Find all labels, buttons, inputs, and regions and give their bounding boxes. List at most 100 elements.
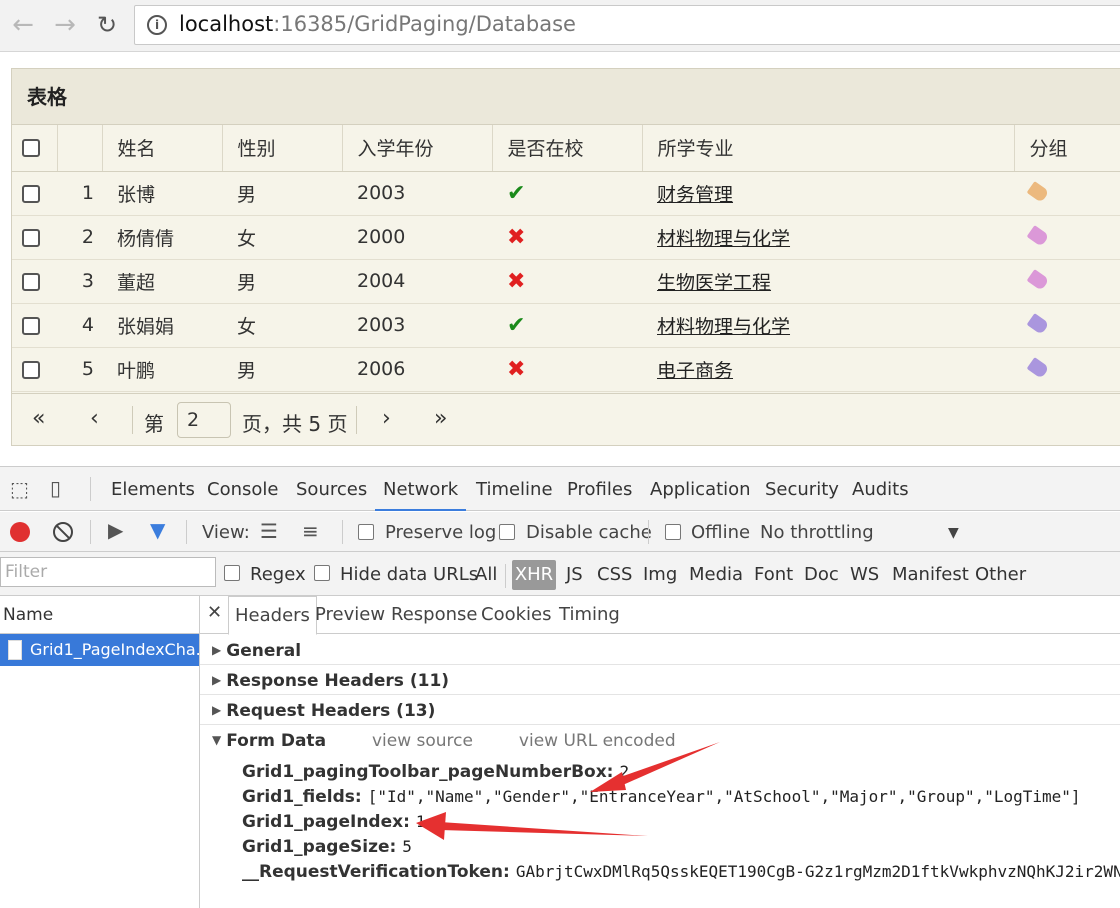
- filter-type-img[interactable]: Img: [643, 564, 677, 585]
- cell-major: 材料物理与化学: [642, 303, 1014, 348]
- close-icon[interactable]: ✕: [207, 602, 222, 623]
- last-page-icon[interactable]: »: [434, 406, 447, 431]
- request-row[interactable]: Grid1_PageIndexCha...: [0, 634, 199, 666]
- general-section[interactable]: ▶ General: [200, 635, 1120, 665]
- major-link[interactable]: 材料物理与化学: [657, 316, 790, 338]
- cell-gender: 男: [222, 171, 342, 216]
- filter-type-doc[interactable]: Doc: [804, 564, 839, 585]
- row-checkbox[interactable]: [22, 184, 40, 203]
- tab-response[interactable]: Response: [391, 604, 477, 625]
- view-url-encoded-link[interactable]: view URL encoded: [519, 731, 676, 751]
- row-checkbox[interactable]: [22, 360, 40, 379]
- column-header-group[interactable]: 分组: [1014, 125, 1120, 172]
- major-link[interactable]: 生物医学工程: [657, 272, 771, 294]
- response-headers-section[interactable]: ▶ Response Headers (11): [200, 665, 1120, 695]
- offline-checkbox[interactable]: [665, 524, 681, 540]
- tab-console[interactable]: Console: [207, 479, 278, 500]
- filter-type-all[interactable]: All: [475, 564, 497, 585]
- column-header-name[interactable]: 姓名: [102, 125, 223, 172]
- tab-network[interactable]: Network: [375, 479, 467, 511]
- row-checkbox[interactable]: [22, 272, 40, 291]
- form-field: __RequestVerificationToken: GAbrjtCwxDMlR…: [242, 862, 1120, 882]
- first-page-icon[interactable]: «: [32, 406, 45, 431]
- tab-headers[interactable]: Headers: [228, 596, 317, 635]
- camera-icon[interactable]: ▶: [108, 518, 123, 542]
- filter-type-font[interactable]: Font: [754, 564, 793, 585]
- table-row[interactable]: 3 董超男 2004 ✖ 生物医学工程: [12, 259, 1120, 304]
- column-header-year[interactable]: 入学年份: [342, 125, 493, 172]
- tab-profiles[interactable]: Profiles: [567, 479, 632, 500]
- cross-icon: ✖: [507, 224, 526, 250]
- disable-cache-checkbox[interactable]: [499, 524, 515, 540]
- forward-arrow-icon[interactable]: →: [50, 10, 80, 40]
- tab-audits[interactable]: Audits: [852, 479, 909, 500]
- filter-type-js[interactable]: JS: [566, 564, 583, 585]
- tab-security[interactable]: Security: [765, 479, 839, 500]
- row-checkbox[interactable]: [22, 316, 40, 335]
- device-toolbar-icon[interactable]: ▯: [50, 476, 61, 500]
- chevron-down-icon[interactable]: ▼: [948, 525, 959, 541]
- preserve-log-checkbox[interactable]: [358, 524, 374, 540]
- reload-icon[interactable]: ↻: [92, 10, 122, 40]
- filter-type-media[interactable]: Media: [689, 564, 743, 585]
- waterfall-icon[interactable]: ≡: [302, 519, 319, 543]
- row-checkbox-cell[interactable]: [12, 347, 57, 392]
- record-icon[interactable]: [10, 522, 30, 542]
- tab-application[interactable]: Application: [650, 479, 751, 500]
- select-all-checkbox[interactable]: [22, 139, 40, 158]
- next-page-icon[interactable]: ›: [382, 406, 391, 431]
- filter-input[interactable]: Filter: [0, 557, 216, 587]
- select-all-checkbox-cell[interactable]: [12, 125, 58, 172]
- request-headers-section[interactable]: ▶ Request Headers (13): [200, 695, 1120, 725]
- major-link[interactable]: 电子商务: [657, 360, 733, 382]
- row-number: 1: [57, 171, 102, 216]
- tab-elements[interactable]: Elements: [111, 479, 195, 500]
- major-link[interactable]: 财务管理: [657, 184, 733, 206]
- tab-sources[interactable]: Sources: [296, 479, 367, 500]
- major-link[interactable]: 材料物理与化学: [657, 228, 790, 250]
- tab-cookies[interactable]: Cookies: [481, 604, 551, 625]
- cell-year: 2004: [342, 259, 492, 304]
- table-row[interactable]: 1 张博男 2003 ✔ 财务管理: [12, 171, 1120, 216]
- address-bar[interactable]: i localhost:16385/GridPaging/Database: [134, 5, 1120, 45]
- filter-type-other[interactable]: Other: [975, 564, 1026, 585]
- offline-label: Offline: [691, 522, 751, 543]
- hide-data-urls-checkbox[interactable]: [314, 565, 330, 581]
- check-icon: ✔: [507, 180, 526, 206]
- filter-icon[interactable]: ▼: [150, 518, 165, 542]
- table-row[interactable]: 2 杨倩倩女 2000 ✖ 材料物理与化学: [12, 215, 1120, 260]
- table-row[interactable]: 5 叶鹏男 2006 ✖ 电子商务: [12, 347, 1120, 392]
- back-arrow-icon[interactable]: ←: [8, 10, 38, 40]
- inspect-element-icon[interactable]: ⬚: [10, 477, 29, 501]
- row-checkbox-cell[interactable]: [12, 171, 57, 216]
- row-checkbox-cell[interactable]: [12, 303, 57, 348]
- throttling-select[interactable]: No throttling: [760, 522, 874, 543]
- column-header-gender[interactable]: 性别: [222, 125, 343, 172]
- filter-type-xhr[interactable]: XHR: [512, 560, 556, 590]
- info-icon[interactable]: i: [147, 15, 167, 35]
- column-header-atschool[interactable]: 是否在校: [492, 125, 643, 172]
- row-checkbox-cell[interactable]: [12, 215, 57, 260]
- tag-icon: [1026, 181, 1050, 203]
- row-checkbox-cell[interactable]: [12, 259, 57, 304]
- filter-type-manifest[interactable]: Manifest: [892, 564, 969, 585]
- clear-icon[interactable]: [53, 522, 73, 542]
- filter-type-css[interactable]: CSS: [597, 564, 632, 585]
- tab-timeline[interactable]: Timeline: [476, 479, 553, 500]
- page-number-input[interactable]: 2: [177, 402, 231, 438]
- table-row[interactable]: 4 张娟娟女 2003 ✔ 材料物理与化学: [12, 303, 1120, 348]
- form-data-section[interactable]: ▼ Form Data view source view URL encoded: [200, 725, 1120, 755]
- view-source-link[interactable]: view source: [372, 731, 473, 751]
- column-header-major[interactable]: 所学专业: [642, 125, 1015, 172]
- row-checkbox[interactable]: [22, 228, 40, 247]
- regex-checkbox[interactable]: [224, 565, 240, 581]
- large-rows-icon[interactable]: ☰: [260, 519, 278, 543]
- prev-page-icon[interactable]: ‹: [90, 406, 99, 431]
- cell-name: 董超: [102, 259, 222, 304]
- name-column-header[interactable]: Name: [0, 596, 199, 634]
- tab-preview[interactable]: Preview: [315, 604, 385, 625]
- triangle-right-icon: ▶: [212, 673, 222, 687]
- tab-timing[interactable]: Timing: [559, 604, 620, 625]
- filter-type-ws[interactable]: WS: [850, 564, 879, 585]
- cross-icon: ✖: [507, 356, 526, 382]
